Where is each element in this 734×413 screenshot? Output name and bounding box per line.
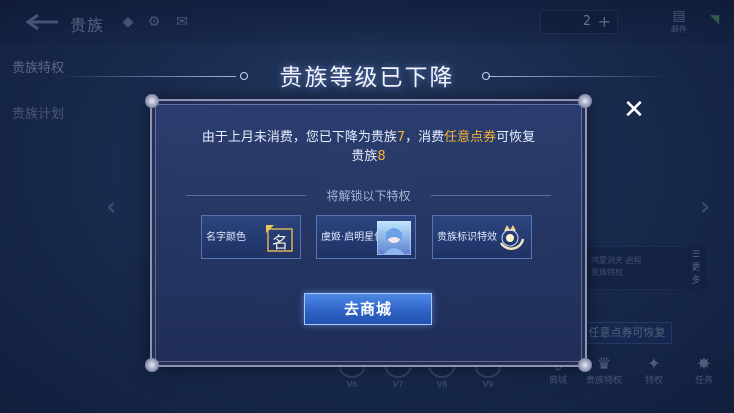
close-icon: ✕	[623, 95, 645, 125]
perk-skin[interactable]: 虞姬·启明星使	[316, 215, 416, 259]
noble-badge-icon	[499, 225, 525, 250]
unlock-divider-right	[431, 195, 551, 196]
frame-corner-ornament	[145, 94, 159, 108]
perk-label: 贵族标识特效	[437, 232, 497, 243]
perk-noble-badge[interactable]: 贵族标识特效	[432, 215, 532, 259]
title-divider-right	[488, 76, 668, 77]
skin-portrait-icon	[377, 221, 411, 255]
svg-text:名: 名	[272, 233, 288, 252]
close-button[interactable]: ✕	[620, 96, 648, 124]
perk-name-color[interactable]: 名字颜色 名	[201, 215, 301, 259]
dialog-title: 贵族等级已下降	[279, 65, 455, 91]
frame-corner-ornament	[578, 358, 592, 372]
perk-label: 名字颜色	[206, 232, 246, 243]
name-color-icon: 名	[266, 225, 293, 252]
level-drop-dialog: 由于上月未消费，您已下降为贵族7，消费任意点券可恢复 贵族8 将解锁以下特权 名…	[145, 94, 592, 372]
frame-corner-ornament	[578, 94, 592, 108]
perk-label: 虞姬·启明星使	[321, 232, 385, 243]
go-to-shop-button[interactable]: 去商城	[304, 293, 432, 325]
dialog-message-line2: 贵族8	[351, 149, 386, 164]
frame-corner-ornament	[145, 358, 159, 372]
dialog-message-line1: 由于上月未消费，您已下降为贵族7，消费任意点券可恢复	[201, 130, 536, 145]
